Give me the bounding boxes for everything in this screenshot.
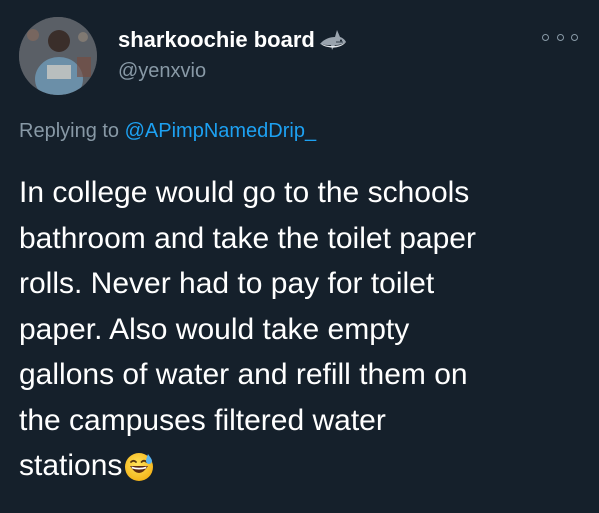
grinning-face-with-sweat-emoji	[123, 450, 155, 482]
replying-to: Replying to @APimpNamedDrip_	[19, 120, 316, 143]
author-display-name[interactable]: sharkoochie board	[118, 27, 348, 53]
tweet-line: the campuses filtered water	[19, 403, 386, 437]
author-handle[interactable]: @yenxvio	[118, 60, 206, 83]
tweet-line: paper. Also would take empty	[19, 312, 410, 346]
reply-mention-link[interactable]: @APimpNamedDrip_	[125, 120, 316, 142]
replying-to-label: Replying to	[19, 120, 125, 142]
shark-icon	[318, 27, 348, 53]
tweet-line: rolls. Never had to pay for toilet	[19, 267, 435, 300]
tweet-card: sharkoochie board @yenxvio Replying to @…	[0, 0, 599, 513]
more-options-icon	[542, 33, 549, 41]
avatar-photo	[19, 17, 97, 95]
tweet-line: In college would go to the schools	[19, 176, 470, 209]
more-options-icon	[571, 33, 578, 41]
tweet-last-line: stations	[19, 443, 589, 489]
tweet-line: bathroom and take the toilet paper	[19, 221, 476, 255]
tweet-line: gallons of water and refill them on	[19, 358, 468, 391]
more-options-icon	[556, 33, 564, 41]
display-name-text: sharkoochie board	[118, 27, 315, 52]
tweet-line: stations	[19, 449, 123, 482]
tweet-text: In college would go to the schools bathr…	[19, 170, 589, 489]
avatar[interactable]	[19, 17, 97, 95]
more-options-button[interactable]	[542, 30, 578, 44]
